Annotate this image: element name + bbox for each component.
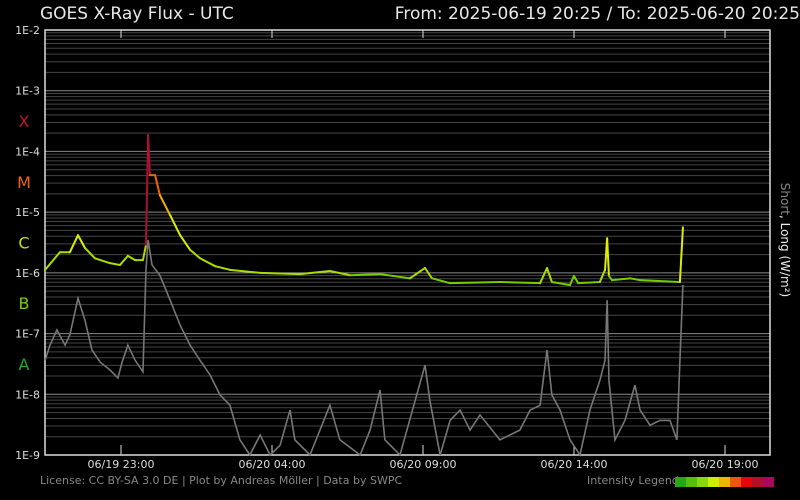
- x-tick-label: 06/20 19:00: [692, 458, 759, 471]
- flare-class-label-A: A: [19, 355, 30, 374]
- x-tick-label: 06/20 04:00: [239, 458, 306, 471]
- legend-swatch: [741, 477, 752, 487]
- long-channel-segment: [568, 274, 575, 286]
- y-tick-label: 1E-8: [15, 388, 40, 401]
- flare-class-label-M: M: [17, 173, 31, 192]
- flare-class-label-X: X: [19, 112, 30, 131]
- legend-swatch: [752, 477, 763, 487]
- legend-swatch: [675, 477, 686, 487]
- long-channel-segment: [259, 271, 302, 276]
- long-channel-segment: [577, 280, 601, 285]
- long-channel-segment: [119, 254, 129, 266]
- long-channel-segment: [109, 262, 122, 266]
- y-tick-label: 1E-4: [15, 145, 40, 158]
- long-channel-segment: [179, 234, 192, 251]
- long-channel-segment: [83, 246, 96, 260]
- xray-flux-chart: 1E-2 1E-3 1E-4 1E-5 1E-6 1E-7 1E-8 1E-9 X M C B A 06/…: [15, 24, 771, 471]
- long-channel-segment: [126, 254, 137, 262]
- legend-swatch: [697, 477, 708, 487]
- long-channel-segment: [214, 265, 231, 271]
- legend-swatch: [719, 477, 730, 487]
- y-tick-label: 1E-2: [15, 24, 40, 37]
- y-tick-label: 1E-6: [15, 267, 40, 280]
- y-tick-label: 1E-7: [15, 328, 40, 341]
- long-channel-segment: [498, 280, 542, 285]
- long-channel-segment: [639, 279, 681, 283]
- flare-class-label-C: C: [18, 234, 29, 253]
- x-tick-label: 06/19 23:00: [88, 458, 155, 471]
- long-label: , Long (W/m²): [778, 214, 792, 298]
- intensity-legend: [675, 477, 774, 487]
- long-channel-segment: [449, 280, 501, 285]
- flare-class-label-B: B: [19, 294, 30, 313]
- long-channel-segment: [93, 257, 112, 265]
- y-tick-label: 1E-9: [15, 449, 40, 462]
- long-channel-segment: [77, 234, 86, 249]
- intensity-legend-label: Intensity Legend: [587, 474, 679, 487]
- long-channel-segment: [141, 243, 147, 262]
- x-tick-label: 06/20 09:00: [390, 458, 457, 471]
- long-channel-segment: [546, 267, 553, 283]
- y-axis-label: Short, Long (W/m²): [778, 183, 792, 297]
- legend-swatch: [686, 477, 697, 487]
- x-tick-label: 06/20 14:00: [541, 458, 608, 471]
- long-channel-segment: [189, 248, 202, 260]
- legend-swatch: [730, 477, 741, 487]
- long-channel-segment: [379, 273, 411, 280]
- long-channel-segment: [349, 273, 382, 277]
- legend-swatch: [708, 477, 719, 487]
- legend-swatch: [763, 477, 774, 487]
- y-tick-label: 1E-5: [15, 206, 40, 219]
- long-channel-segment: [154, 174, 161, 197]
- long-channel-segment: [199, 257, 217, 268]
- license-text: License: CC BY-SA 3.0 DE | Plot by Andre…: [40, 474, 403, 487]
- short-label: Short: [778, 182, 792, 215]
- y-tick-label: 1E-3: [15, 85, 40, 98]
